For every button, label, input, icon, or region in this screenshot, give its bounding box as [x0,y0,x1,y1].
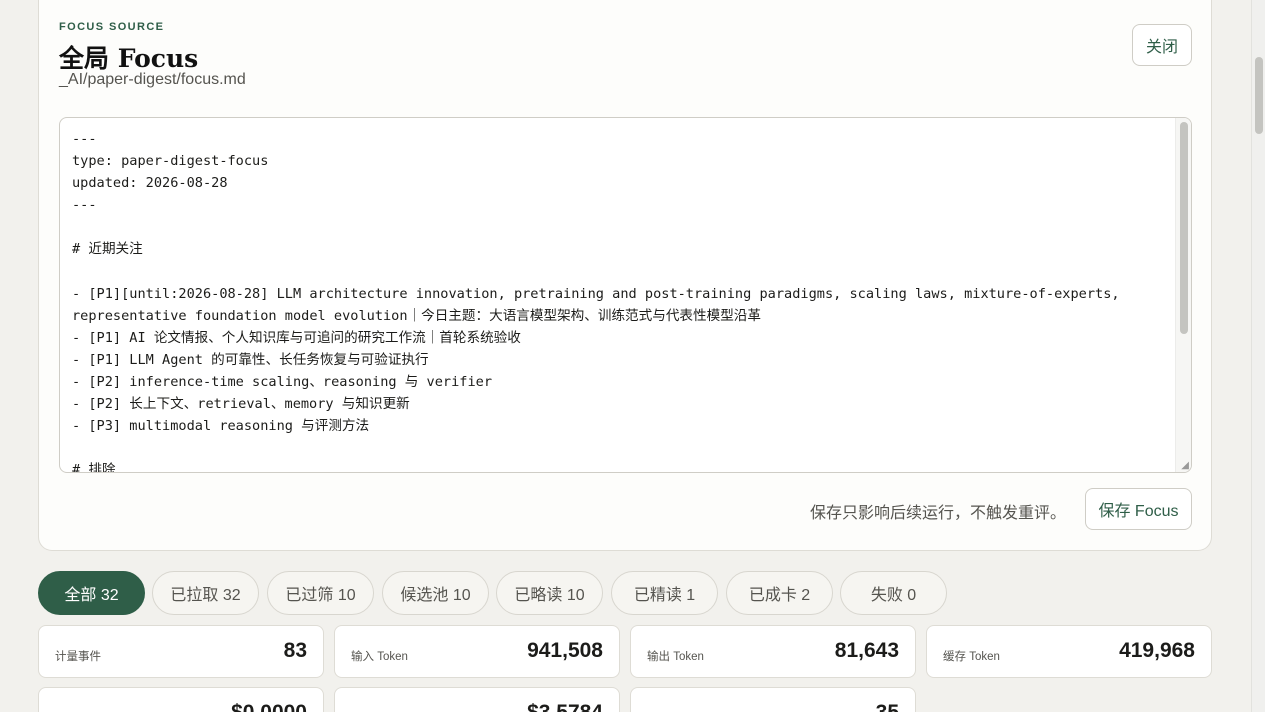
stat-value: 35 [876,701,899,712]
focus-editor-content[interactable]: --- type: paper-digest-focus updated: 20… [72,128,1167,472]
save-focus-button[interactable]: 保存 Focus [1085,488,1192,530]
focus-editor[interactable]: --- type: paper-digest-focus updated: 20… [59,117,1192,473]
stat-card-output-tokens: 输出 Token 81,643 [630,625,916,678]
stat-label: 计量事件 [55,651,101,663]
stat-card-count: 35 [630,687,916,712]
filter-all[interactable]: 全部 32 [38,571,145,615]
stat-label: 输出 Token [647,651,704,663]
editor-scrollbar-thumb[interactable] [1180,122,1188,334]
filter-screened[interactable]: 已过筛 10 [267,571,374,615]
stat-card-input-tokens: 输入 Token 941,508 [334,625,620,678]
filter-carded[interactable]: 已成卡 2 [726,571,833,615]
stat-label: 缓存 Token [943,651,1000,663]
filter-candidate-pool[interactable]: 候选池 10 [382,571,489,615]
stat-value: $3.5784 [527,701,603,712]
stat-label: 输入 Token [351,651,408,663]
filter-skimmed[interactable]: 已略读 10 [496,571,603,615]
stat-card-metered-events: 计量事件 83 [38,625,324,678]
filter-failed[interactable]: 失败 0 [840,571,947,615]
stat-value: 81,643 [834,639,899,662]
stat-card-cache-tokens: 缓存 Token 419,968 [926,625,1212,678]
save-note: 保存只影响后续运行，不触发重评。 [809,505,1066,522]
stat-value: 419,968 [1119,639,1195,662]
stat-value: $0.0000 [231,701,307,712]
filter-fetched[interactable]: 已拉取 32 [152,571,259,615]
focus-source-panel: FOCUS SOURCE 全局 Focus _AI/paper-digest/f… [38,0,1212,551]
close-button[interactable]: 关闭 [1132,24,1192,66]
panel-title: 全局 Focus [59,44,199,73]
resize-handle-icon[interactable]: ◢ [1181,460,1189,471]
stat-value: 941,508 [527,639,603,662]
page-scrollbar[interactable] [1251,0,1265,712]
stat-value: 83 [283,639,307,662]
filter-deep-read[interactable]: 已精读 1 [611,571,718,615]
file-path: _AI/paper-digest/focus.md [59,71,246,88]
editor-scrollbar[interactable] [1175,118,1191,472]
stat-card-cost: $0.0000 [38,687,324,712]
stat-card-estimated-cost: $3.5784 [334,687,620,712]
page-scrollbar-thumb[interactable] [1255,57,1263,134]
section-eyebrow: FOCUS SOURCE [59,21,165,33]
